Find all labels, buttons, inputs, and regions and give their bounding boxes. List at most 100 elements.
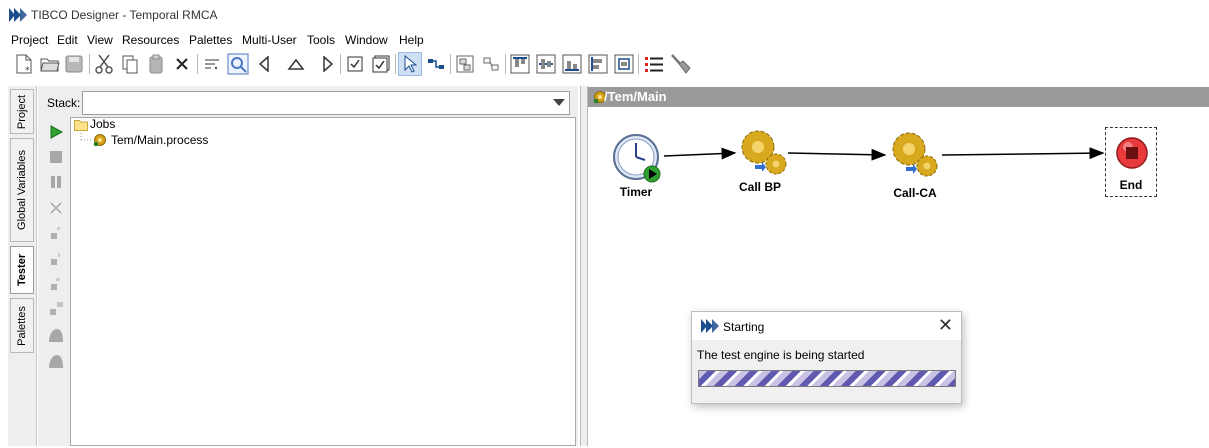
main-toolbar: * <box>0 48 1209 84</box>
cut-icon[interactable] <box>92 52 116 76</box>
toolbar-separator <box>340 54 341 74</box>
transition-callbp-to-callca[interactable] <box>787 148 887 161</box>
stack-dropdown[interactable] <box>82 91 570 115</box>
folder-icon <box>74 120 88 131</box>
call-ca-node[interactable] <box>889 129 941 179</box>
vertical-tab-strip: Project Global Variables Tester Palettes <box>8 86 37 446</box>
tester-button-column <box>42 118 70 448</box>
toolbar-separator <box>505 54 506 74</box>
transition-callca-to-end[interactable] <box>941 147 1105 160</box>
copy-icon[interactable] <box>118 52 142 76</box>
progress-bar-indeterminate <box>698 370 956 387</box>
run-to-breakpoint-icon[interactable] <box>45 298 67 320</box>
align-center-icon[interactable] <box>612 52 636 76</box>
transition-timer-to-callbp[interactable] <box>663 147 737 160</box>
open-project-icon[interactable] <box>38 52 62 76</box>
back-icon[interactable] <box>252 52 276 76</box>
step-into-icon[interactable] <box>45 222 67 244</box>
save-icon[interactable] <box>62 52 86 76</box>
kill-job-button[interactable] <box>45 197 67 219</box>
tab-palettes-label: Palettes <box>16 305 28 346</box>
menu-view[interactable]: View <box>87 33 113 47</box>
menu-bar: Project Edit View Resources Palettes Mul… <box>0 30 1209 48</box>
menu-palettes[interactable]: Palettes <box>189 33 232 47</box>
clear-breakpoints-icon[interactable] <box>45 350 67 372</box>
validate-resource-icon[interactable] <box>343 52 367 76</box>
tab-tester[interactable]: Tester <box>10 246 34 294</box>
stack-label: Stack: <box>47 96 81 110</box>
pause-button[interactable] <box>45 171 67 193</box>
process-gear-icon <box>93 134 106 147</box>
dialog-title-bar[interactable]: Starting ✕ <box>692 312 961 340</box>
menu-help[interactable]: Help <box>399 33 424 47</box>
tab-global-variables-label: Global Variables <box>16 150 28 230</box>
end-node[interactable]: End <box>1105 127 1157 197</box>
tibco-logo-icon <box>9 8 27 22</box>
tab-tester-label: Tester <box>16 253 28 287</box>
end-stop-icon <box>1116 137 1148 169</box>
step-over-icon[interactable] <box>45 248 67 270</box>
toolbar-separator <box>395 54 396 74</box>
chevron-down-icon[interactable] <box>553 99 565 106</box>
timer-node-label: Timer <box>619 185 653 199</box>
delete-icon[interactable] <box>170 52 194 76</box>
menu-edit[interactable]: Edit <box>57 33 78 47</box>
select-tool-icon[interactable] <box>398 52 422 76</box>
output-list-icon[interactable] <box>642 52 666 76</box>
paste-icon[interactable] <box>144 52 168 76</box>
align-left-icon[interactable] <box>586 52 610 76</box>
svg-text:*: * <box>25 66 30 74</box>
end-node-label: End <box>1119 178 1143 192</box>
toolbar-separator <box>197 54 198 74</box>
tab-palettes[interactable]: Palettes <box>10 298 34 353</box>
tab-global-variables[interactable]: Global Variables <box>10 138 34 242</box>
menu-resources[interactable]: Resources <box>122 33 179 47</box>
menu-project[interactable]: Project <box>11 33 48 47</box>
toolbar-separator <box>450 54 451 74</box>
split-pane-divider[interactable] <box>580 86 588 446</box>
call-process-icon <box>741 130 787 175</box>
call-process-icon <box>892 132 938 177</box>
tree-node-jobs[interactable]: Jobs <box>90 117 115 131</box>
properties-icon[interactable] <box>200 52 224 76</box>
title-bar: TIBCO Designer - Temporal RMCA <box>0 0 1209 28</box>
call-bp-node-label: Call BP <box>738 180 781 194</box>
up-icon[interactable] <box>284 52 308 76</box>
start-testing-button[interactable] <box>45 121 67 143</box>
menu-multi-user[interactable]: Multi-User <box>242 33 297 47</box>
tree-node-process[interactable]: Tem/Main.process <box>111 133 208 147</box>
align-bottom-icon[interactable] <box>560 52 584 76</box>
starting-dialog: Starting ✕ The test engine is being star… <box>691 311 962 404</box>
breakpoint-icon[interactable] <box>45 324 67 346</box>
validate-project-icon[interactable] <box>369 52 393 76</box>
dialog-title: Starting <box>723 320 765 334</box>
clean-broom-icon[interactable] <box>668 52 692 76</box>
tibco-logo-icon <box>701 319 719 333</box>
tab-project-label: Project <box>16 94 28 129</box>
ungroup-icon[interactable] <box>479 52 503 76</box>
transition-tool-icon[interactable] <box>424 52 448 76</box>
tab-project[interactable]: Project <box>10 89 34 134</box>
call-bp-node[interactable] <box>738 127 790 177</box>
align-top-icon[interactable] <box>508 52 532 76</box>
process-path-title: /Tem/Main <box>604 89 667 104</box>
toolbar-separator <box>638 54 639 74</box>
step-out-icon[interactable] <box>45 273 67 295</box>
timer-clock-icon <box>613 134 661 183</box>
call-ca-node-label: Call-CA <box>893 186 937 200</box>
new-project-icon[interactable]: * <box>12 52 36 76</box>
design-panel-header <box>588 87 1209 107</box>
jobs-tree <box>70 117 576 446</box>
stop-testing-button[interactable] <box>45 146 67 168</box>
group-icon[interactable] <box>453 52 477 76</box>
toolbar-separator <box>89 54 90 74</box>
align-middle-icon[interactable] <box>534 52 558 76</box>
close-icon[interactable]: ✕ <box>938 315 953 335</box>
forward-icon[interactable] <box>316 52 340 76</box>
dialog-message: The test engine is being started <box>697 348 865 362</box>
window-title: TIBCO Designer - Temporal RMCA <box>31 8 218 22</box>
find-icon[interactable] <box>226 52 250 76</box>
timer-node[interactable] <box>612 133 662 183</box>
menu-window[interactable]: Window <box>345 33 388 47</box>
menu-tools[interactable]: Tools <box>307 33 335 47</box>
